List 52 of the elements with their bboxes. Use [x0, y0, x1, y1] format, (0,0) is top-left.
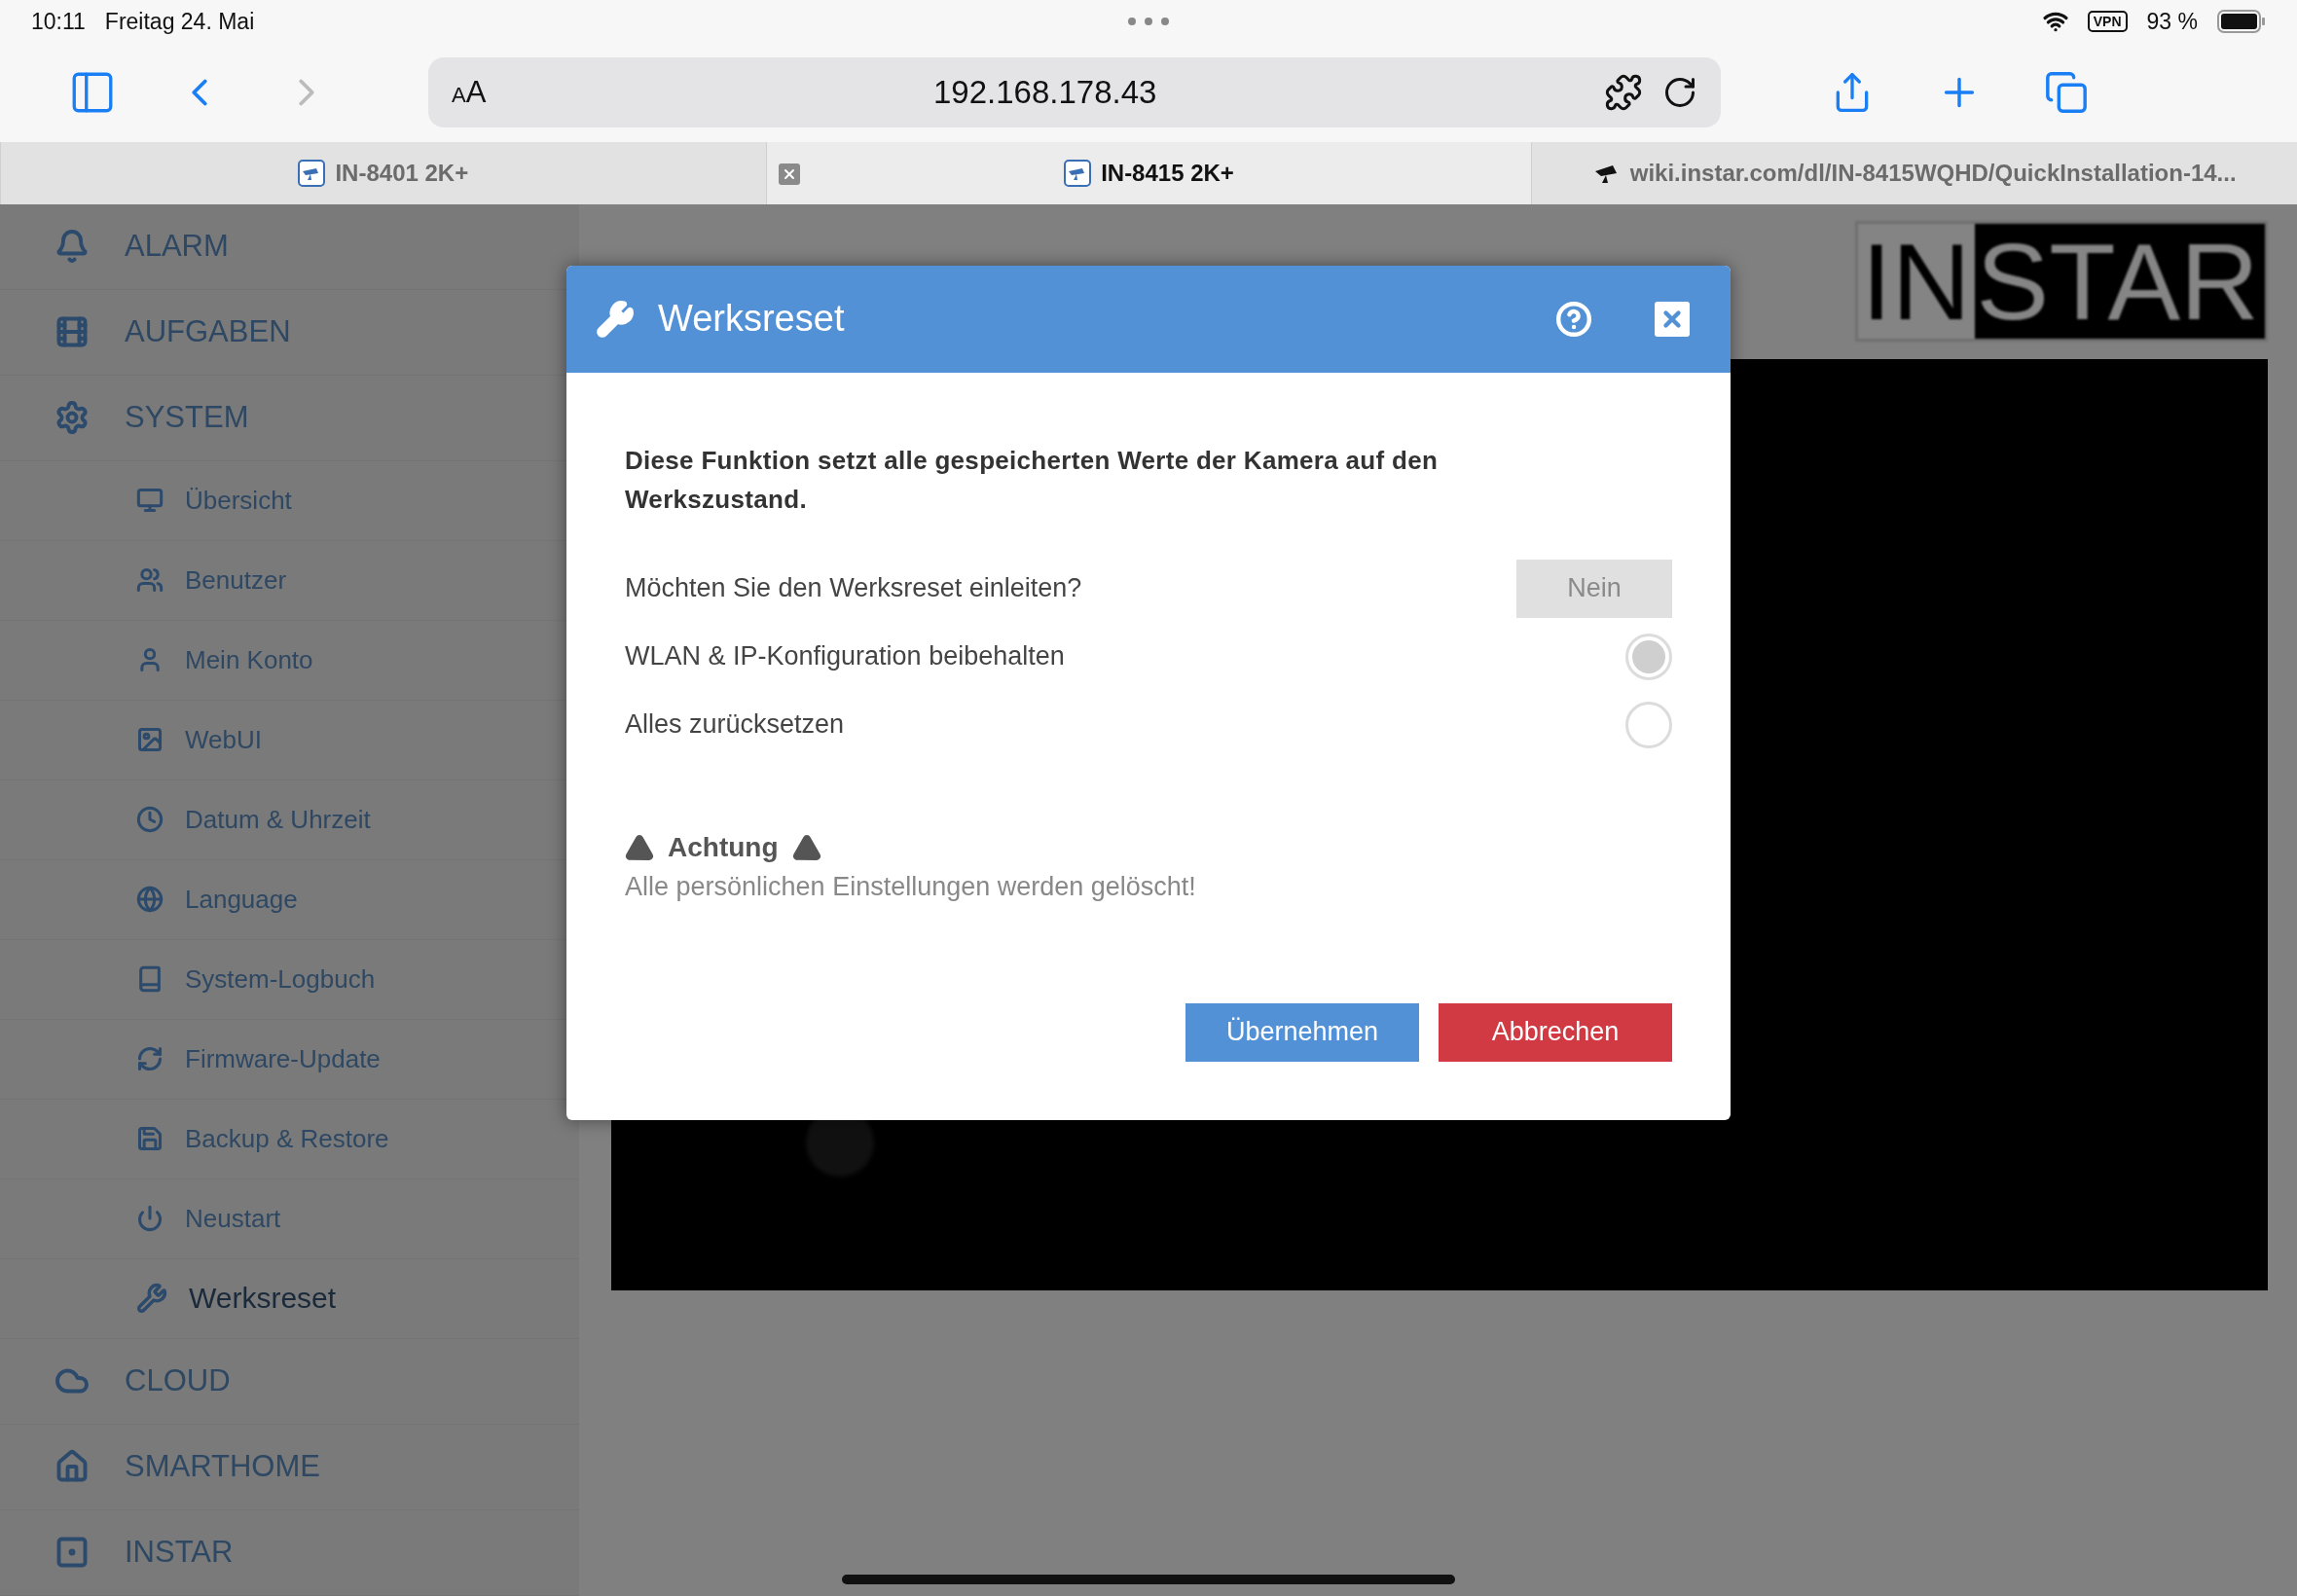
close-button[interactable] [1655, 302, 1690, 337]
menu-icon [136, 886, 164, 914]
puzzle-icon[interactable] [1604, 73, 1643, 113]
tabs-icon[interactable] [2044, 70, 2089, 116]
close-tab-icon[interactable] [778, 163, 800, 185]
sidebar-item[interactable]: CLOUD [0, 1339, 579, 1425]
toggle-button[interactable]: Nein [1516, 560, 1672, 618]
sidebar-item[interactable]: SMARTHOME [0, 1425, 579, 1510]
cancel-button[interactable]: Abbrechen [1439, 1003, 1672, 1062]
apply-button[interactable]: Übernehmen [1185, 1003, 1419, 1062]
menu-icon [55, 400, 90, 436]
menu-icon [136, 1045, 164, 1073]
menu-icon [136, 726, 164, 754]
browser-tab[interactable]: wiki.instar.com/dl/IN-8415WQHD/QuickInstallation-14... [1531, 141, 2297, 204]
radio-button[interactable] [1625, 634, 1672, 680]
radio-button[interactable] [1625, 702, 1672, 748]
option-label: Alles zurücksetzen [625, 709, 845, 741]
dialog-title: Werksreset [658, 298, 846, 341]
logo: INSTAR [1854, 221, 2268, 342]
sidebar-subitem[interactable]: Neustart [0, 1179, 579, 1259]
camera-icon [298, 159, 326, 187]
battery-percent: 93 % [2146, 8, 2198, 35]
menu-icon [55, 229, 90, 265]
text-size-button[interactable]: AA [452, 75, 487, 111]
menu-icon [136, 806, 164, 834]
sidebar-subitem[interactable]: Werksreset [0, 1259, 579, 1339]
menu-icon [136, 965, 164, 994]
warning-icon [625, 833, 654, 862]
wrench-icon [596, 300, 635, 339]
description: Diese Funktion setzt alle gespeicherten Werte der Kamera auf den Werkszustand. [625, 445, 1440, 516]
menu-icon [136, 566, 164, 595]
menu-icon [136, 1125, 164, 1153]
clock-time: 10:11 [31, 8, 86, 35]
address-bar[interactable]: AA 192.168.178.43 [428, 57, 1721, 128]
help-icon[interactable] [1555, 301, 1592, 338]
battery-icon [2217, 10, 2266, 34]
warning-title: Achtung [668, 832, 779, 863]
browser-tab[interactable]: IN-8415 2K+ [765, 141, 1532, 204]
camera-icon [1064, 159, 1092, 187]
question-label: Möchten Sie den Werksreset einleiten? [625, 573, 1082, 604]
warning-message: Alle persönlichen Einstellungen werden gelöscht! [625, 871, 1197, 903]
url-text: 192.168.178.43 [932, 74, 1158, 112]
option-label: WLAN & IP-Konfiguration beibehalten [625, 641, 1065, 672]
menu-icon [136, 1283, 167, 1315]
date: Freitag 24. Mai [104, 8, 255, 35]
menu-icon [136, 1205, 164, 1233]
more-dots-icon [1127, 17, 1170, 27]
warning-icon [791, 833, 821, 862]
menu-icon [136, 487, 164, 515]
vpn-badge: VPN [2087, 11, 2128, 33]
sidebar-item[interactable]: INSTAR [0, 1510, 579, 1596]
browser-tab[interactable]: IN-8401 2K+ [0, 141, 766, 204]
